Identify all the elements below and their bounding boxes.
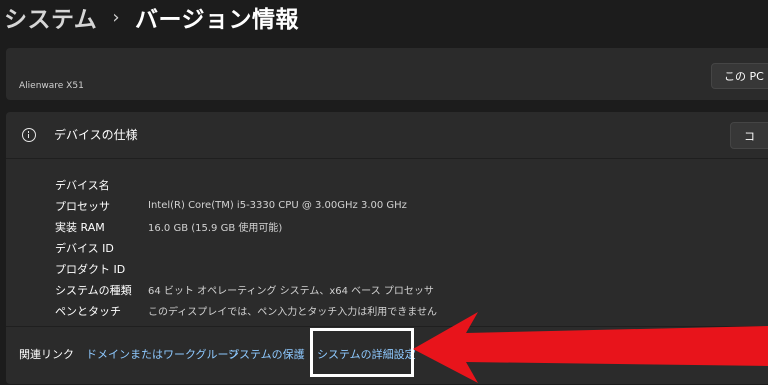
red-pointer-arrow-icon xyxy=(413,312,768,383)
arrow-shape xyxy=(413,312,768,383)
